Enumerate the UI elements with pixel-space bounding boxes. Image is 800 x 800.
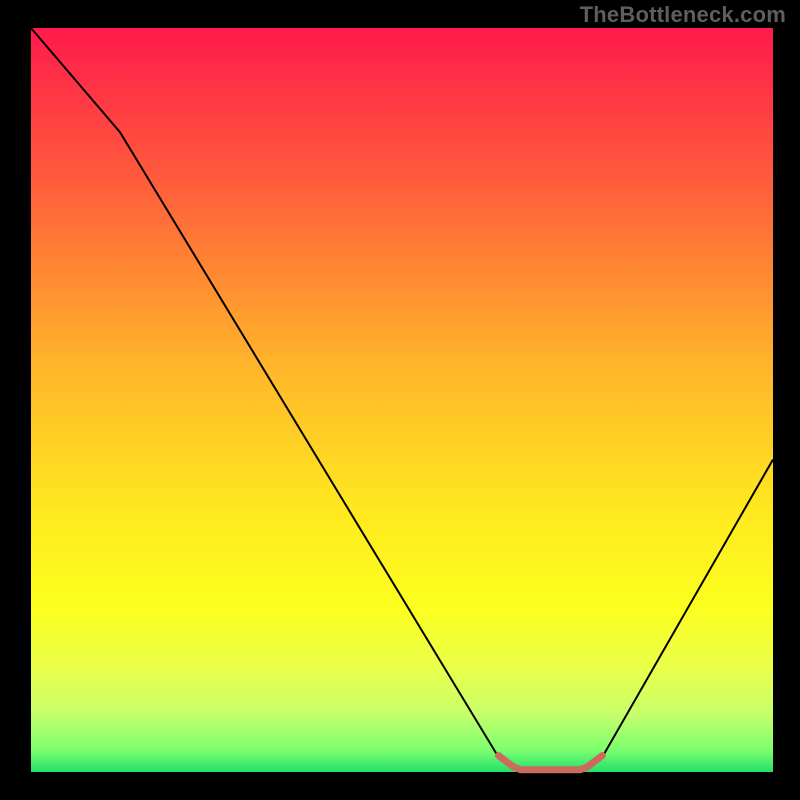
- gradient-background: [31, 28, 773, 772]
- watermark-text: TheBottleneck.com: [580, 2, 786, 28]
- chart-container: TheBottleneck.com: [0, 0, 800, 800]
- bottleneck-chart: [0, 0, 800, 800]
